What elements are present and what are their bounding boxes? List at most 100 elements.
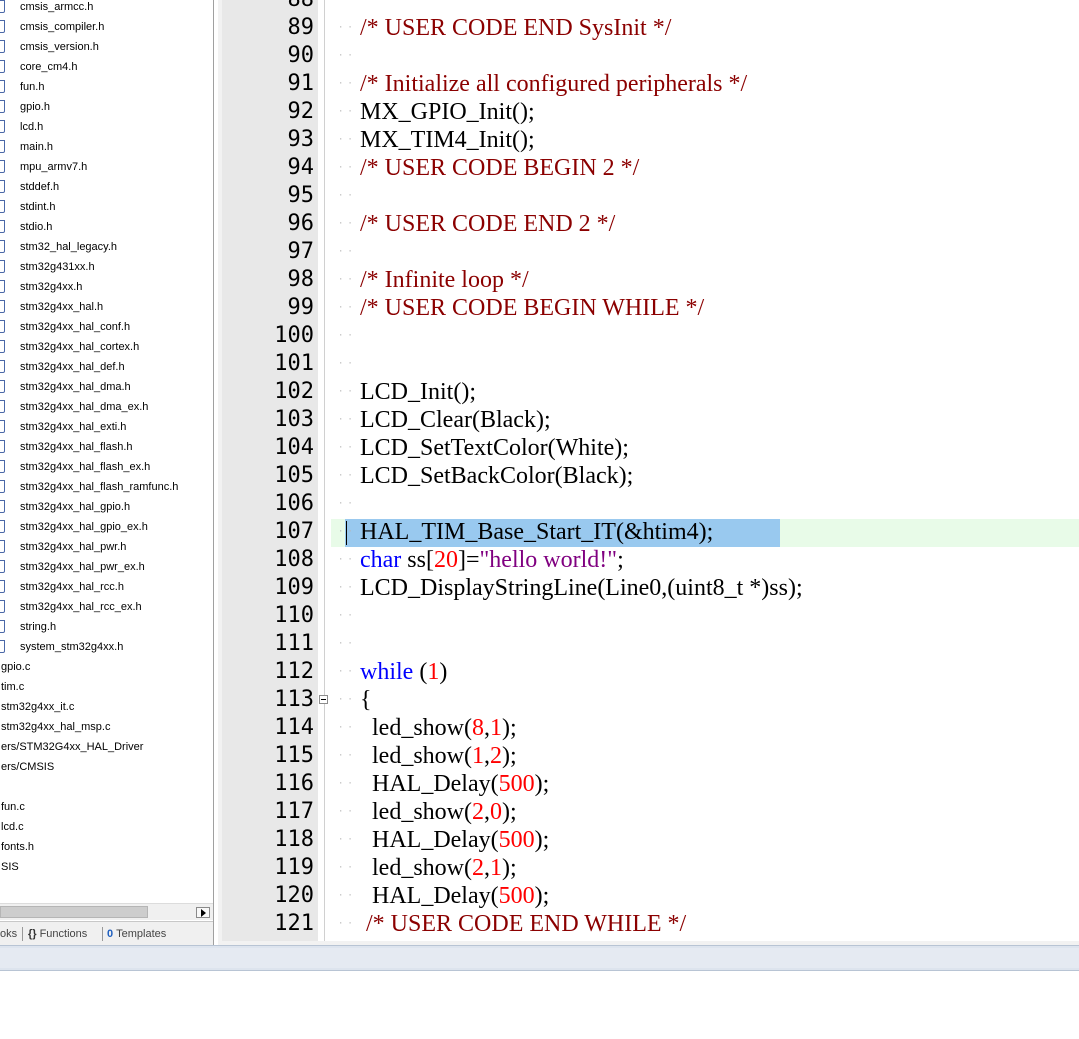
code-line[interactable]: { [360, 686, 372, 714]
whitespace-marker: ·· [338, 163, 357, 173]
tree-item[interactable]: core_cm4.h [0, 57, 210, 77]
tree-item[interactable]: stm32g4xx_hal_def.h [0, 357, 210, 377]
tree-item[interactable]: cmsis_compiler.h [0, 17, 210, 37]
header-file-icon [0, 40, 5, 53]
line-number: 105 [274, 463, 314, 488]
code-line[interactable]: MX_TIM4_Init(); [360, 126, 535, 154]
code-line[interactable]: led_show(2,1); [360, 854, 517, 882]
code-line[interactable]: HAL_TIM_Base_Start_IT(&htim4); [360, 518, 713, 546]
tree-item[interactable]: stm32g4xx_hal_rcc.h [0, 577, 210, 597]
tree-tab-bar: oks {} Functions 0 Templates [0, 921, 213, 945]
line-number: 90 [287, 43, 315, 68]
code-line[interactable]: HAL_Delay(500); [360, 826, 549, 854]
whitespace-marker: ·· [338, 583, 357, 593]
tree-item[interactable]: gpio.h [0, 97, 210, 117]
tree-item-label: system_stm32g4xx.h [20, 641, 124, 653]
code-token: /* Infinite loop */ [360, 267, 529, 293]
tree-item[interactable]: stddef.h [0, 177, 210, 197]
tree-item[interactable]: fun.h [0, 77, 210, 97]
scrollbar-thumb[interactable] [0, 906, 148, 918]
tree-item[interactable]: stm32g4xx_hal_gpio_ex.h [0, 517, 210, 537]
tree-item[interactable]: stm32g4xx_hal_gpio.h [0, 497, 210, 517]
tree-item[interactable]: stm32g4xx_hal_rcc_ex.h [0, 597, 210, 617]
tree-item[interactable]: SIS [0, 857, 210, 877]
tree-item[interactable]: stm32g4xx_hal_pwr.h [0, 537, 210, 557]
code-line[interactable]: LCD_Clear(Black); [360, 406, 551, 434]
whitespace-marker: ·· [338, 695, 357, 705]
code-line[interactable]: /* Initialize all configured peripherals… [360, 70, 747, 98]
tree-item[interactable]: main.h [0, 137, 210, 157]
whitespace-marker: ·· [338, 891, 357, 901]
code-line[interactable]: /* USER CODE BEGIN WHILE */ [360, 294, 704, 322]
tree-item[interactable]: cmsis_armcc.h [0, 0, 210, 17]
tree-item[interactable]: ers/STM32G4xx_HAL_Driver [0, 737, 210, 757]
tab-functions[interactable]: {} Functions [28, 925, 87, 943]
fold-collapse-icon[interactable] [319, 695, 328, 704]
tree-item[interactable]: lcd.h [0, 117, 210, 137]
project-tree[interactable]: cmsis_armcc.h cmsis_compiler.h cmsis_versi… [0, 0, 213, 903]
tree-item[interactable]: mpu_armv7.h [0, 157, 210, 177]
code-line[interactable]: HAL_Delay(500); [360, 770, 549, 798]
tree-item[interactable]: stdio.h [0, 217, 210, 237]
code-line[interactable]: led_show(1,2); [360, 742, 517, 770]
tree-item[interactable]: stm32g4xx_hal_exti.h [0, 417, 210, 437]
tree-item[interactable]: stm32g431xx.h [0, 257, 210, 277]
tree-item[interactable]: stdint.h [0, 197, 210, 217]
scroll-right-arrow-icon[interactable] [196, 907, 210, 918]
tree-item[interactable]: lcd.c [0, 817, 210, 837]
code-line[interactable]: /* USER CODE END SysInit */ [360, 14, 671, 42]
line-number: 119 [274, 855, 314, 880]
tree-item[interactable]: fonts.h [0, 837, 210, 857]
tree-item-label: stm32g4xx_hal_pwr_ex.h [20, 561, 145, 573]
code-line[interactable]: LCD_Init(); [360, 378, 476, 406]
tree-item[interactable]: system_stm32g4xx.h [0, 637, 210, 657]
tree-item[interactable]: stm32g4xx_hal_conf.h [0, 317, 210, 337]
line-number: 92 [287, 99, 315, 124]
code-line[interactable]: MX_GPIO_Init(); [360, 98, 535, 126]
tree-item[interactable]: stm32_hal_legacy.h [0, 237, 210, 257]
tree-item[interactable]: string.h [0, 617, 210, 637]
tree-item[interactable]: stm32g4xx_hal.h [0, 297, 210, 317]
line-number: 104 [274, 435, 314, 460]
tree-item[interactable]: cmsis_version.h [0, 37, 210, 57]
tree-item[interactable]: stm32g4xx_hal_flash_ramfunc.h [0, 477, 210, 497]
tree-item[interactable]: stm32g4xx_hal_msp.c [0, 717, 210, 737]
code-line[interactable]: LCD_SetTextColor(White); [360, 434, 629, 462]
tree-item[interactable]: fun.c [0, 797, 210, 817]
pane-divider[interactable] [213, 0, 214, 945]
code-line[interactable]: led_show(2,0); [360, 798, 517, 826]
tree-item[interactable] [0, 777, 210, 797]
tab-books[interactable]: oks [0, 925, 17, 943]
tree-item[interactable]: stm32g4xx_it.c [0, 697, 210, 717]
tree-horizontal-scrollbar[interactable] [0, 903, 213, 920]
tab-templates[interactable]: 0 Templates [107, 925, 166, 943]
tree-item[interactable]: tim.c [0, 677, 210, 697]
tree-item-label: lcd.c [1, 821, 24, 833]
tab-templates-label: Templates [116, 928, 167, 940]
tree-item[interactable]: stm32g4xx.h [0, 277, 210, 297]
code-line[interactable]: LCD_SetBackColor(Black); [360, 462, 633, 490]
code-line[interactable]: /* USER CODE BEGIN 2 */ [360, 154, 639, 182]
tree-item[interactable]: stm32g4xx_hal_flash.h [0, 437, 210, 457]
code-line[interactable]: HAL_Delay(500); [360, 882, 549, 910]
tree-item-label: stm32g4xx_hal_dma.h [20, 381, 131, 393]
tree-item[interactable]: stm32g4xx_hal_cortex.h [0, 337, 210, 357]
tree-item[interactable]: stm32g4xx_hal_dma_ex.h [0, 397, 210, 417]
whitespace-marker: ·· [338, 219, 357, 229]
line-number: 89 [287, 15, 315, 40]
code-line[interactable]: char ss[20]="hello world!"; [360, 546, 624, 574]
code-token: HAL_Delay( [360, 883, 499, 909]
tree-item[interactable]: gpio.c [0, 657, 210, 677]
code-line[interactable]: LCD_DisplayStringLine(Line0,(uint8_t *)s… [360, 574, 803, 602]
tree-item[interactable]: stm32g4xx_hal_flash_ex.h [0, 457, 210, 477]
tree-item[interactable]: stm32g4xx_hal_pwr_ex.h [0, 557, 210, 577]
output-panel-splitter[interactable] [0, 945, 1079, 971]
code-line[interactable]: while (1) [360, 658, 447, 686]
code-line[interactable]: /* Infinite loop */ [360, 266, 529, 294]
code-line[interactable]: /* USER CODE END WHILE */ [360, 910, 686, 938]
tree-item[interactable]: stm32g4xx_hal_dma.h [0, 377, 210, 397]
header-file-icon [0, 500, 5, 513]
code-line[interactable]: /* USER CODE END 2 */ [360, 210, 615, 238]
tree-item[interactable]: ers/CMSIS [0, 757, 210, 777]
code-line[interactable]: led_show(8,1); [360, 714, 517, 742]
